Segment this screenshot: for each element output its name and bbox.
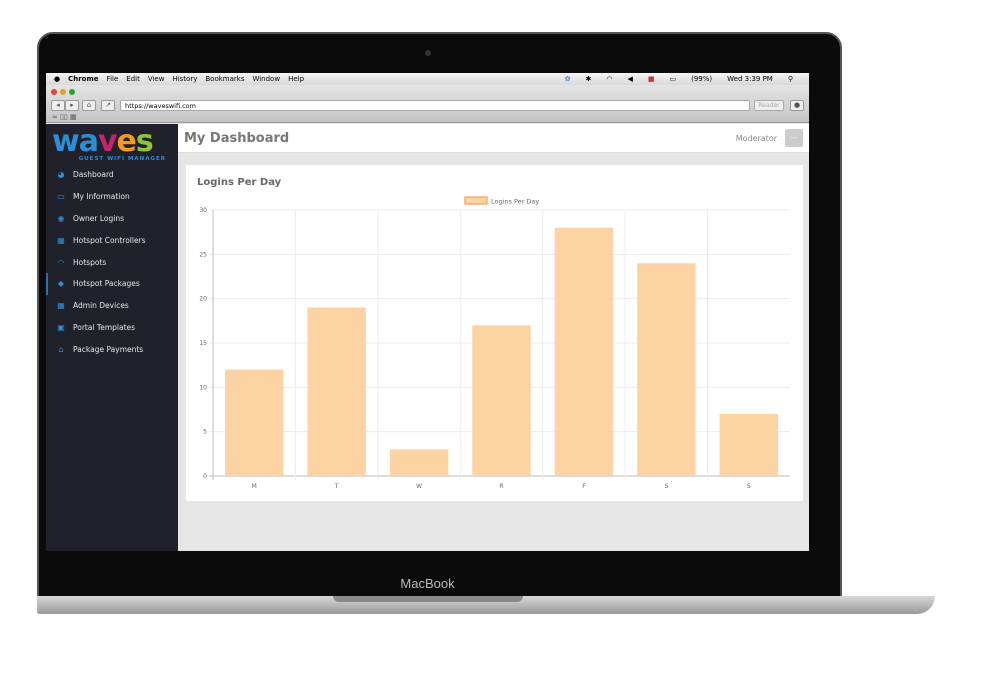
bar: [307, 307, 366, 476]
sidebar-item-hotspot-controllers[interactable]: ▦ Hotspot Controllers: [46, 229, 178, 251]
home-icon[interactable]: ⌂: [82, 100, 96, 111]
server-icon: ▦: [57, 235, 65, 245]
mac-menubar: ● Chrome File Edit View History Bookmark…: [46, 73, 809, 85]
x-tick-label: S: [664, 483, 668, 490]
sidebar-item-label: Owner Logins: [73, 213, 125, 223]
user-circle-icon: ◉: [57, 213, 65, 223]
flag-icon[interactable]: ■: [648, 75, 655, 83]
y-tick-label: 15: [199, 340, 207, 347]
bar: [719, 413, 778, 476]
waves-logo[interactable]: waves GUEST WIFI MANAGER: [46, 124, 178, 164]
sidebar-item-portal-templates[interactable]: ▣ Portal Templates: [46, 317, 178, 339]
sidebar-item-label: Portal Templates: [73, 322, 136, 332]
address-bar[interactable]: https://waveswifi.com: [120, 100, 750, 111]
sidebar: waves GUEST WIFI MANAGER ◕ Dashboard ▭ My I…: [46, 124, 178, 551]
legend-swatch: [464, 196, 488, 205]
x-tick-label: M: [252, 483, 257, 490]
bar: [637, 263, 696, 476]
clock[interactable]: Wed 3:39 PM: [727, 75, 773, 83]
sidebar-item-dashboard[interactable]: ◕ Dashboard: [46, 164, 178, 186]
logins-per-day-chart: 0 5 10 15 20 25 30 M T W R F S S Logins Per Day: [199, 196, 790, 490]
bluetooth-icon[interactable]: ✱: [586, 75, 592, 83]
menu-app[interactable]: Chrome: [68, 75, 98, 83]
bar: [554, 227, 614, 476]
y-tick-label: 25: [199, 251, 207, 258]
y-tick-label: 10: [199, 384, 207, 391]
main-content: My Dashboard Moderator — Logins Per Day …: [178, 124, 809, 551]
home-icon: ⌂: [58, 344, 64, 354]
server-icon: ▦: [57, 301, 65, 311]
x-tick-label: R: [499, 483, 503, 490]
bar: [225, 369, 284, 476]
user-role[interactable]: Moderator: [736, 134, 777, 143]
sidebar-item-label: Dashboard: [73, 170, 114, 180]
battery-percent: (99%): [691, 75, 713, 83]
sidebar-item-package-payments[interactable]: ⌂ Package Payments: [46, 338, 178, 360]
sidebar-item-hotspots[interactable]: ◠ Hotspots: [46, 251, 178, 273]
image-icon: ▣: [57, 322, 65, 332]
dashboard-icon: ◕: [57, 170, 65, 180]
sidebar-item-label: Hotspot Controllers: [73, 235, 146, 245]
sidebar-item-label: Admin Devices: [73, 301, 129, 311]
bar: [389, 449, 449, 476]
y-tick-label: 20: [199, 296, 207, 303]
apple-icon[interactable]: ●: [54, 75, 60, 83]
webcam: [425, 50, 431, 56]
reading-list-icon[interactable]: ∞ ▯▯ ▦: [52, 113, 77, 121]
zoom-window-button[interactable]: [69, 89, 75, 95]
sync-icon[interactable]: ✿: [565, 75, 571, 83]
laptop-brand: MacBook: [400, 576, 455, 591]
cube-icon: ◆: [57, 279, 65, 289]
volume-icon[interactable]: ◀: [627, 75, 632, 83]
reader-button[interactable]: Reader: [754, 100, 784, 111]
x-tick-label: F: [582, 483, 586, 490]
y-tick-label: 30: [199, 207, 207, 214]
x-tick-label: T: [334, 483, 339, 490]
bar: [472, 325, 531, 476]
sidebar-item-label: Hotspots: [73, 257, 107, 267]
menu-help[interactable]: Help: [288, 75, 304, 83]
forward-button[interactable]: ▸: [65, 100, 79, 111]
chart-card: Logins Per Day 0 5 10 15 20 25 30 M T W R F S S Logins…: [186, 165, 803, 501]
sidebar-item-label: Package Payments: [73, 344, 144, 354]
sidebar-item-owner-logins[interactable]: ◉ Owner Logins: [46, 208, 178, 230]
x-tick-label: S: [747, 483, 751, 490]
page-title: My Dashboard: [184, 130, 290, 146]
share-icon[interactable]: ↗: [101, 100, 115, 111]
sidebar-item-hotspot-packages[interactable]: ◆ Hotspot Packages: [46, 272, 178, 295]
minimize-window-button[interactable]: [60, 89, 66, 95]
y-tick-label: 5: [203, 429, 207, 436]
menu-bookmarks[interactable]: Bookmarks: [205, 75, 244, 83]
close-window-button[interactable]: [51, 89, 57, 95]
sidebar-item-label: My Information: [73, 192, 130, 202]
legend-label: Logins Per Day: [491, 198, 539, 206]
battery-icon[interactable]: ▭: [670, 75, 677, 83]
wifi-icon[interactable]: ◠: [606, 75, 612, 83]
menu-view[interactable]: View: [148, 75, 165, 83]
x-tick-label: W: [416, 483, 422, 490]
menu-history[interactable]: History: [172, 75, 197, 83]
screen: ● Chrome File Edit View History Bookmark…: [46, 73, 809, 551]
header: My Dashboard Moderator —: [178, 124, 809, 153]
menu-window[interactable]: Window: [252, 75, 280, 83]
id-card-icon: ▭: [57, 192, 65, 202]
sidebar-item-label: Hotspot Packages: [73, 279, 140, 289]
browser-toolbar: ◂ ▸ ⌂ ↗ https://waveswifi.com Reader ● ∞…: [46, 85, 809, 123]
wifi-icon: ◠: [57, 257, 65, 267]
sidebar-item-my-information[interactable]: ▭ My Information: [46, 186, 178, 208]
menu-file[interactable]: File: [107, 75, 119, 83]
laptop-notch: [333, 596, 523, 602]
spotlight-icon[interactable]: ⚲: [788, 75, 793, 83]
downloads-icon[interactable]: ●: [790, 100, 804, 111]
user-menu-button[interactable]: —: [785, 129, 803, 147]
y-tick-label: 0: [203, 473, 207, 480]
sidebar-item-admin-devices[interactable]: ▦ Admin Devices: [46, 295, 178, 317]
menu-edit[interactable]: Edit: [126, 75, 140, 83]
back-button[interactable]: ◂: [51, 100, 65, 111]
